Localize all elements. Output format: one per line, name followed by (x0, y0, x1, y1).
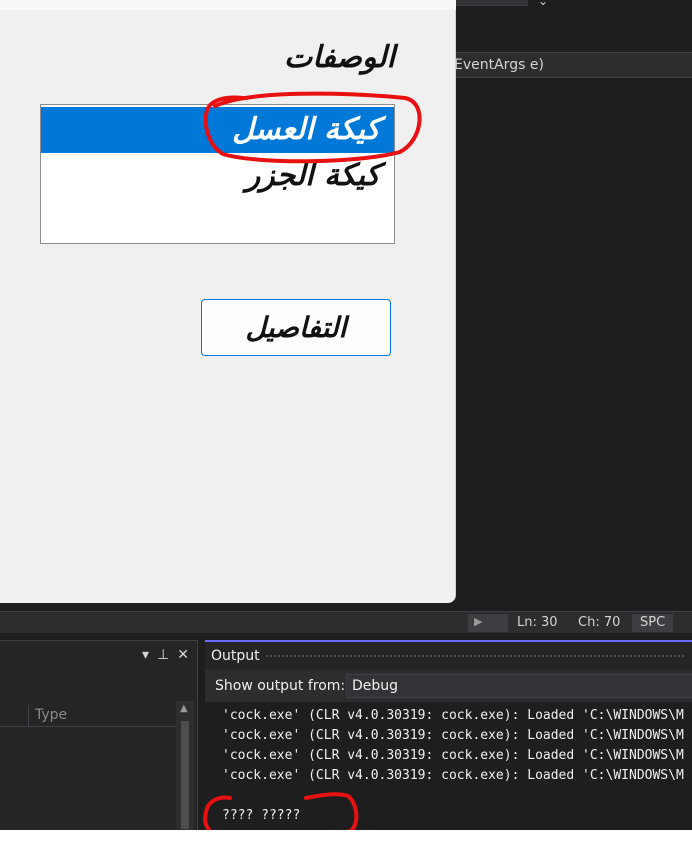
horizontal-scroll-arrow[interactable]: ▶ (468, 614, 508, 632)
output-line: 'cock.exe' (CLR v4.0.30319: cock.exe): L… (222, 768, 684, 783)
details-button[interactable]: التفاصيل (201, 299, 391, 356)
code-editor[interactable] (456, 79, 692, 613)
screenshot-root: ⌄ EventArgs e) الوصفات كيكة العسل كيكة ا… (0, 0, 692, 844)
list-item[interactable]: كيكة الجزر (41, 153, 394, 199)
panel-column-header: Type (0, 705, 176, 727)
panel-grip[interactable] (265, 654, 685, 658)
panel-tools: ▾ ⊥ ✕ (134, 647, 189, 663)
bottom-edge (0, 830, 692, 844)
column-separator (28, 705, 29, 727)
dropdown-icon[interactable]: ▾ (142, 647, 149, 663)
close-icon[interactable]: ✕ (177, 647, 189, 663)
chevron-down-icon[interactable]: ⌄ (538, 0, 548, 8)
window-top-edge (0, 0, 456, 10)
pin-icon[interactable]: ⊥ (157, 647, 169, 663)
recipes-listbox[interactable]: كيكة العسل كيكة الجزر (40, 104, 395, 244)
status-spacing-mode[interactable]: SPC (632, 614, 674, 632)
output-text-area[interactable]: 'cock.exe' (CLR v4.0.30319: cock.exe): L… (205, 702, 692, 832)
editor-top-area: ⌄ (456, 0, 692, 52)
code-line-bar: EventArgs e) (448, 52, 692, 78)
recipes-label: الوصفات (283, 40, 395, 75)
vertical-scrollbar[interactable]: ▲ (176, 701, 194, 831)
output-line: 'cock.exe' (CLR v4.0.30319: cock.exe): L… (222, 728, 684, 743)
status-line: Ln: 30 (517, 615, 558, 630)
output-line: 'cock.exe' (CLR v4.0.30319: cock.exe): L… (222, 748, 684, 763)
left-tool-panel: ▾ ⊥ ✕ Type ▲ (0, 640, 198, 831)
play-icon: ▶ (474, 615, 483, 628)
output-title-row: Output (205, 642, 692, 670)
show-output-from-label: Show output from: (215, 678, 346, 694)
output-line: ???? ????? (222, 808, 301, 823)
status-bar: ▶ Ln: 30 Ch: 70 SPC (0, 611, 692, 633)
scroll-thumb[interactable] (181, 721, 189, 829)
list-item[interactable]: كيكة العسل (41, 107, 394, 153)
code-signature-text: EventArgs e) (454, 57, 544, 73)
output-panel: Output Show output from: Debug 'cock.exe… (205, 640, 692, 832)
column-type-header[interactable]: Type (35, 707, 67, 723)
output-source-select[interactable]: Debug (346, 674, 692, 698)
member-combo[interactable] (456, 0, 528, 6)
scroll-up-icon[interactable]: ▲ (180, 703, 188, 714)
output-source-row: Show output from: Debug (205, 670, 692, 702)
output-title: Output (211, 648, 260, 664)
winforms-window: الوصفات كيكة العسل كيكة الجزر التفاصيل (0, 0, 456, 603)
status-char: Ch: 70 (578, 615, 621, 630)
output-line: 'cock.exe' (CLR v4.0.30319: cock.exe): L… (222, 708, 684, 723)
